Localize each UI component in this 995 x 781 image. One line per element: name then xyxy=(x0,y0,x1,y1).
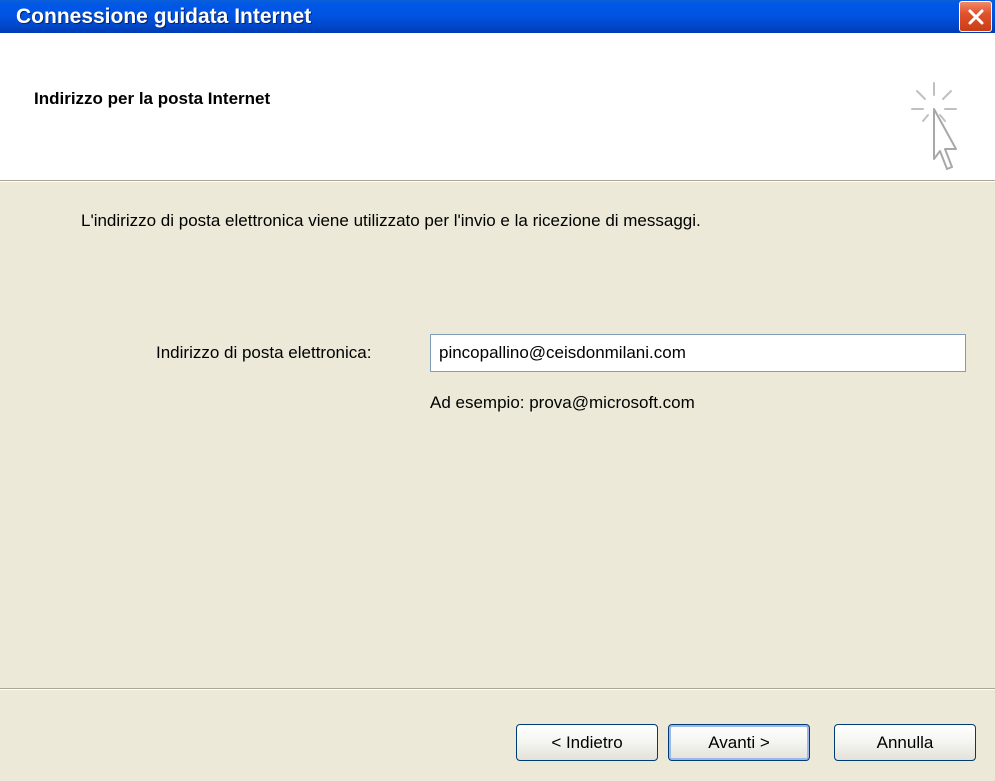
header-divider xyxy=(0,180,995,182)
back-button[interactable]: < Indietro xyxy=(516,724,658,761)
description-text: L'indirizzo di posta elettronica viene u… xyxy=(81,211,701,230)
email-label: Indirizzo di posta elettronica: xyxy=(156,343,372,362)
close-icon xyxy=(968,9,983,24)
page-heading: Indirizzo per la posta Internet xyxy=(34,89,271,108)
wizard-header: Indirizzo per la posta Internet xyxy=(0,33,995,180)
title-bar[interactable]: Connessione guidata Internet xyxy=(0,0,995,33)
example-text: Ad esempio: prova@microsoft.com xyxy=(430,393,695,412)
footer-divider xyxy=(0,688,995,690)
cancel-button[interactable]: Annulla xyxy=(834,724,976,761)
next-button[interactable]: Avanti > xyxy=(668,724,810,761)
email-input[interactable] xyxy=(430,334,966,372)
window-title: Connessione guidata Internet xyxy=(16,5,312,28)
close-button[interactable] xyxy=(959,1,992,32)
wizard-cursor-icon xyxy=(911,82,957,170)
